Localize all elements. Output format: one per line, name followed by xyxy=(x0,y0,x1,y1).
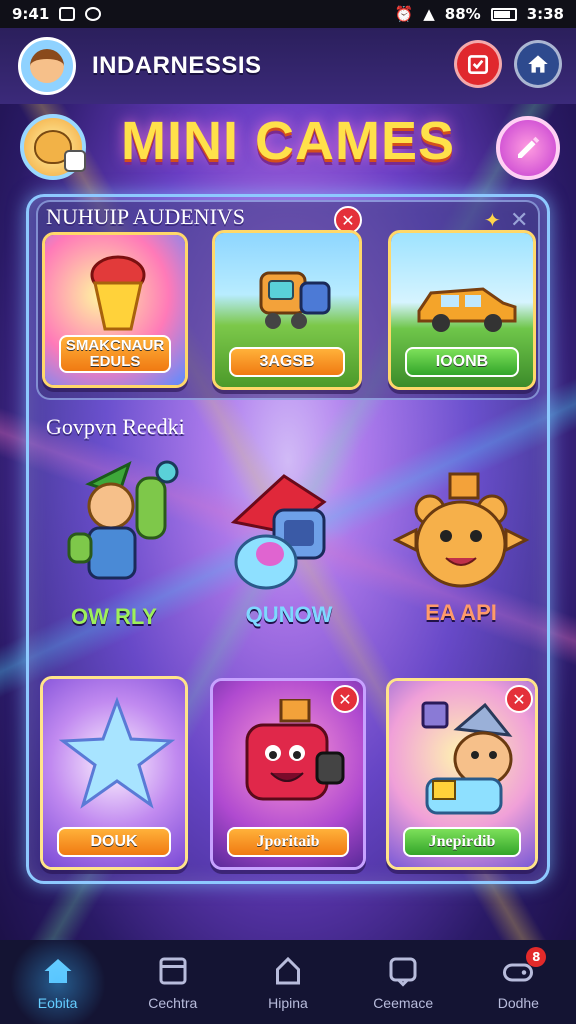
game-card-1[interactable]: DOUK xyxy=(40,676,188,870)
featured-card-2[interactable]: 3AGSB xyxy=(212,230,362,390)
lamp-icon xyxy=(90,255,146,331)
bag-icon xyxy=(275,956,300,985)
nav-label-chat: Ceemace xyxy=(373,995,434,1011)
elf-icon xyxy=(67,460,179,580)
nav-label-shop: Hipina xyxy=(268,995,308,1011)
calendar-button[interactable] xyxy=(454,40,502,88)
cards-icon xyxy=(159,957,187,985)
wifi-icon: ▲ xyxy=(423,5,435,23)
home-button[interactable] xyxy=(514,40,562,88)
character-1-name: OW RLY xyxy=(71,604,157,629)
username: INDARNESSIS xyxy=(92,52,262,79)
character-2-name: QUNOW xyxy=(245,602,333,627)
status-time-right: 3:38 xyxy=(526,5,564,23)
featured-card-2-label: 3AGSB xyxy=(229,347,345,377)
wizard-icon xyxy=(421,701,513,815)
nav-item-home[interactable]: Eobita xyxy=(8,935,108,1024)
notification-icon xyxy=(59,7,76,21)
home-icon xyxy=(528,55,548,73)
featured-card-1-label: SMAKCNAUR EDULS xyxy=(59,335,171,373)
featured-section-title: NUHUIP AUDENIVS xyxy=(46,204,246,229)
characters-section-title: Govpvn Reedki xyxy=(46,414,185,439)
sparkle-icon: ✦ xyxy=(484,208,501,232)
game-card-1-label: DOUK xyxy=(57,827,171,857)
game-card-3[interactable]: ✕ Jnepirdib xyxy=(386,678,538,870)
calendar-icon xyxy=(467,55,489,75)
avatar[interactable] xyxy=(18,37,76,95)
car-icon xyxy=(417,287,517,332)
nav-item-chat[interactable]: Ceemace xyxy=(353,953,453,1011)
game-card-3-label: Jnepirdib xyxy=(403,827,521,857)
character-3[interactable]: EA API xyxy=(386,470,536,626)
title-row: MINI CAMES xyxy=(0,104,576,194)
status-time-left: 9:41 xyxy=(12,5,50,23)
game-card-2-label: Jporitaib xyxy=(227,827,349,857)
bear-character-icon xyxy=(392,472,530,588)
nav-item-games[interactable]: 8 Dodhe xyxy=(468,947,568,1011)
character-3-name: EA API xyxy=(425,600,497,625)
character-1[interactable]: OW RLY xyxy=(44,454,184,630)
featured-card-3-label: IOONB xyxy=(405,347,519,377)
alarm-icon: ⏰ xyxy=(394,5,414,23)
featured-card-1[interactable]: SMAKCNAUR EDULS xyxy=(42,232,188,388)
chat-icon xyxy=(389,957,417,987)
featured-card-3[interactable]: IOONB xyxy=(388,230,536,390)
close-icon[interactable]: ✕ xyxy=(331,685,359,713)
status-bar: 9:41 ⏰ ▲ 88% 3:38 xyxy=(0,0,576,28)
nav-label-home: Eobita xyxy=(37,995,78,1011)
page-title: MINI CAMES xyxy=(121,111,455,171)
battery-icon xyxy=(490,7,517,21)
nav-label-cards: Cechtra xyxy=(148,995,198,1011)
app-d-icon xyxy=(85,7,102,21)
edit-button[interactable] xyxy=(496,116,560,180)
nav-label-games: Dodhe xyxy=(497,995,539,1011)
nav-item-cards[interactable]: Cechtra xyxy=(123,953,223,1011)
bottom-nav: Eobita Cechtra Hipina Ceemace 8 Dodhe xyxy=(0,935,576,1024)
character-2[interactable]: QUNOW xyxy=(214,462,364,628)
game-card-2[interactable]: ✕ Jporitaib xyxy=(210,678,366,870)
nav-item-shop[interactable]: Hipina xyxy=(238,953,338,1011)
close-icon[interactable]: ✕ xyxy=(505,685,533,713)
app-header: INDARNESSIS xyxy=(0,28,576,104)
camera-character-icon xyxy=(245,699,345,801)
robot-icon xyxy=(259,271,331,329)
battery-percent: 88% xyxy=(444,5,481,23)
pencil-icon xyxy=(518,136,540,158)
magnet-icon xyxy=(230,474,327,590)
home-icon xyxy=(44,959,72,983)
notification-badge: 8 xyxy=(526,947,547,967)
star-icon xyxy=(58,696,176,809)
